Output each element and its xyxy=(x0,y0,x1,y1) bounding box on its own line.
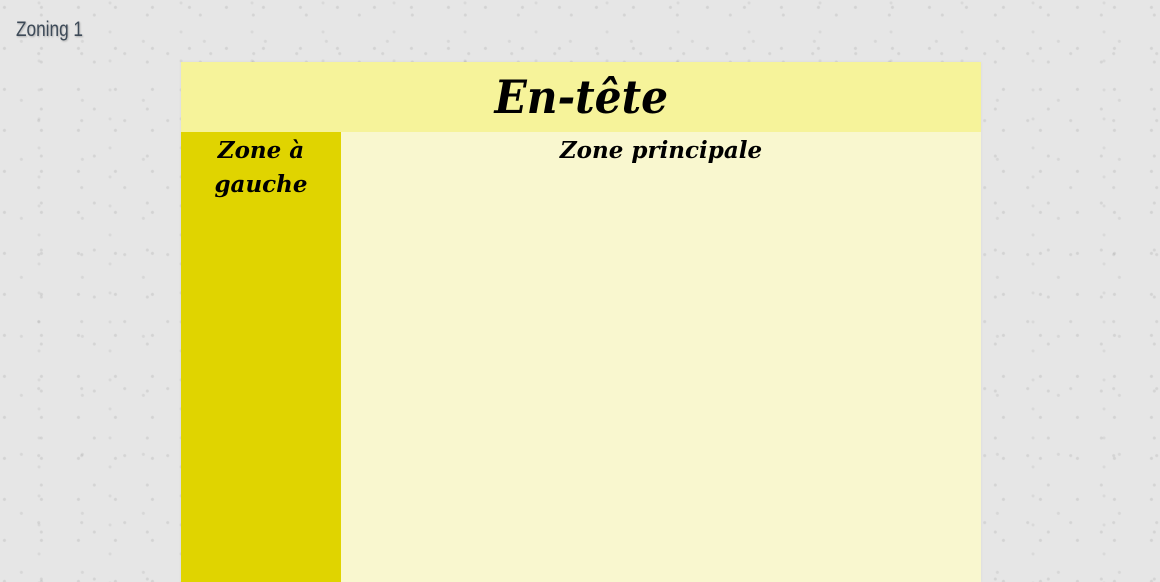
zoning-layout: En-tête Zone à gauche Zone principale xyxy=(181,62,981,582)
left-zone-title: Zone à gauche xyxy=(214,137,308,198)
main-zone-title: Zone principale xyxy=(559,137,763,164)
main-zone: Zone principale xyxy=(341,132,981,582)
header-title: En-tête xyxy=(494,70,668,124)
header-zone: En-tête xyxy=(181,62,981,132)
left-zone: Zone à gauche xyxy=(181,132,341,582)
page-label: Zoning 1 xyxy=(16,18,84,41)
